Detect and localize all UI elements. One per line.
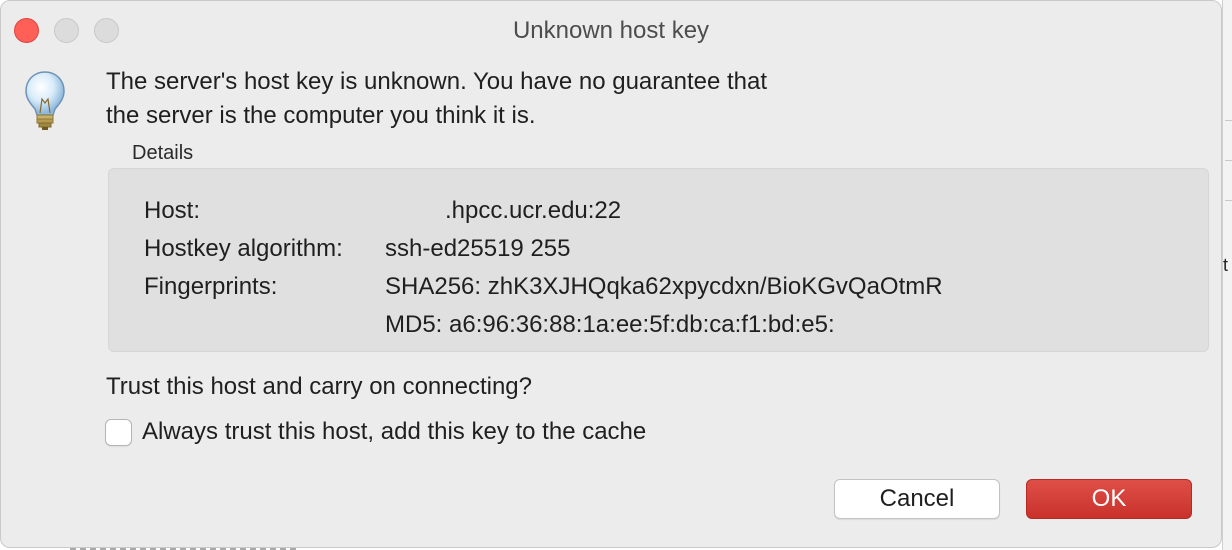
- md5-fingerprint: MD5: a6:96:36:88:1a:ee:5f:db:ca:f1:bd:e5…: [385, 311, 835, 338]
- details-panel: Host: .hpcc.ucr.edu:22 Hostkey algorithm…: [108, 168, 1209, 352]
- details-label: Details: [132, 142, 194, 164]
- background-glyph: t: [1223, 255, 1229, 275]
- dialog-window: Unknown host key The server's host key i…: [0, 0, 1222, 548]
- warning-message: The server's host key is unknown. You ha…: [106, 65, 1006, 133]
- message-line-2: the server is the computer you think it …: [106, 102, 536, 129]
- lightbulb-icon: [25, 71, 65, 130]
- window-title: Unknown host key: [512, 17, 710, 44]
- hostkey-algorithm-value: ssh-ed25519 255: [385, 235, 571, 262]
- host-key-label: Host:: [144, 197, 201, 224]
- fingerprints-label: Fingerprints:: [144, 273, 278, 300]
- ok-button[interactable]: OK: [1026, 479, 1192, 519]
- trust-question: Trust this host and carry on connecting?: [106, 373, 532, 400]
- title-bar: Unknown host key: [1, 1, 1221, 59]
- message-line-1: The server's host key is unknown. You ha…: [106, 68, 768, 95]
- sha256-fingerprint: SHA256: zhK3XJHQqka62xpycdxn/BioKGvQaOtm…: [385, 273, 943, 300]
- always-trust-checkbox[interactable]: [105, 419, 132, 446]
- cancel-button[interactable]: Cancel: [834, 479, 1000, 519]
- always-trust-checkbox-label[interactable]: Always trust this host, add this key to …: [142, 418, 646, 446]
- hostkey-algorithm-label: Hostkey algorithm:: [144, 235, 343, 262]
- host-value: .hpcc.ucr.edu:22: [445, 197, 622, 224]
